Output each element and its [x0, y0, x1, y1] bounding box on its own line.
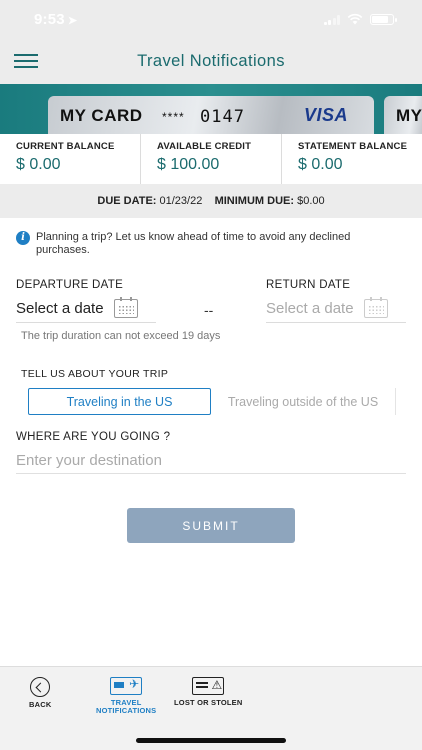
calendar-icon[interactable] [363, 297, 388, 318]
return-date-label: RETURN DATE [266, 279, 351, 291]
location-arrow-icon: ➤ [67, 15, 78, 27]
statement-balance: STATEMENT BALANCE $ 0.00 [282, 134, 422, 184]
current-balance-value: $ 0.00 [16, 156, 61, 173]
departure-date-label: DEPARTURE DATE [16, 279, 124, 291]
departure-date-field[interactable]: Select a date [16, 295, 156, 323]
return-date-field[interactable]: Select a date [266, 295, 406, 323]
minimum-due-label: MINIMUM DUE: [214, 195, 295, 207]
visa-logo: VISA [303, 105, 348, 125]
travel-form: i Planning a trip? Let us know ahead of … [0, 218, 422, 666]
next-card-name: MY [396, 106, 422, 125]
statement-balance-label: STATEMENT BALANCE [298, 141, 408, 152]
nav-back[interactable]: BACK [29, 677, 51, 709]
statement-balance-value: $ 0.00 [298, 156, 343, 173]
departure-date-placeholder: Select a date [16, 300, 104, 317]
info-icon: i [16, 231, 30, 245]
status-icons [323, 13, 397, 25]
balances-panel: CURRENT BALANCE $ 0.00 AVAILABLE CREDIT … [0, 134, 422, 184]
nav-lost-label: LOST OR STOLEN [174, 698, 243, 707]
due-date-value: 01/23/22 [159, 195, 203, 207]
destination-input[interactable] [16, 448, 406, 474]
trip-duration-note: The trip duration can not exceed 19 days [21, 330, 221, 342]
nav-lost-or-stolen[interactable]: ⚠ LOST OR STOLEN [174, 677, 243, 707]
back-arrow-icon [30, 677, 51, 697]
nav-travel-label: TRAVEL NOTIFICATIONS [96, 699, 156, 715]
calendar-icon[interactable] [113, 297, 138, 318]
home-indicator [136, 738, 286, 743]
tab-traveling-in-us[interactable]: Traveling in the US [28, 388, 211, 415]
submit-button[interactable]: SUBMIT [127, 508, 295, 543]
card-airplane-icon: ✈ [110, 677, 143, 695]
due-bar: DUE DATE: 01/23/22 MINIMUM DUE: $0.00 [0, 184, 422, 218]
return-date-placeholder: Select a date [266, 300, 354, 317]
available-credit-label: AVAILABLE CREDIT [157, 141, 252, 152]
info-message: i Planning a trip? Let us know ahead of … [16, 231, 396, 257]
available-credit: AVAILABLE CREDIT $ 100.00 [141, 134, 282, 184]
page-title: Travel Notifications [137, 52, 285, 70]
wifi-icon [347, 13, 363, 25]
nav-travel-label-line2: NOTIFICATIONS [96, 706, 157, 715]
trip-type-tabs: Traveling in the US Traveling outside of… [28, 388, 396, 415]
card-carousel[interactable]: MY CARD **** 0147 VISA MY [0, 84, 422, 134]
status-time: 9:53 ➤ [34, 11, 77, 28]
minimum-due-value: $0.00 [297, 195, 325, 207]
current-balance-label: CURRENT BALANCE [16, 141, 115, 152]
nav-back-label: BACK [29, 700, 52, 709]
destination-label: WHERE ARE YOU GOING ? [16, 431, 171, 443]
next-credit-card[interactable]: MY [384, 96, 422, 134]
current-balance: CURRENT BALANCE $ 0.00 [0, 134, 141, 184]
tab-traveling-outside-us[interactable]: Traveling outside of the US [211, 388, 396, 415]
date-separator: -- [204, 302, 214, 318]
nav-travel-notifications[interactable]: ✈ TRAVEL NOTIFICATIONS [96, 677, 156, 715]
trip-type-label: TELL US ABOUT YOUR TRIP [21, 368, 169, 380]
card-mask: **** [162, 110, 185, 124]
due-date-label: DUE DATE: [97, 195, 157, 207]
status-time-text: 9:53 [34, 11, 65, 28]
cellular-signal-icon [323, 14, 340, 25]
available-credit-value: $ 100.00 [157, 156, 220, 173]
credit-card[interactable]: MY CARD **** 0147 VISA [48, 96, 374, 134]
app-header: Travel Notifications [0, 40, 422, 84]
info-text: Planning a trip? Let us know ahead of ti… [36, 231, 351, 256]
battery-icon [370, 13, 397, 25]
card-last4: 0147 [200, 107, 245, 127]
card-warning-icon: ⚠ [192, 677, 225, 695]
card-name: MY CARD [60, 106, 143, 125]
status-bar: 9:53 ➤ [0, 0, 422, 40]
